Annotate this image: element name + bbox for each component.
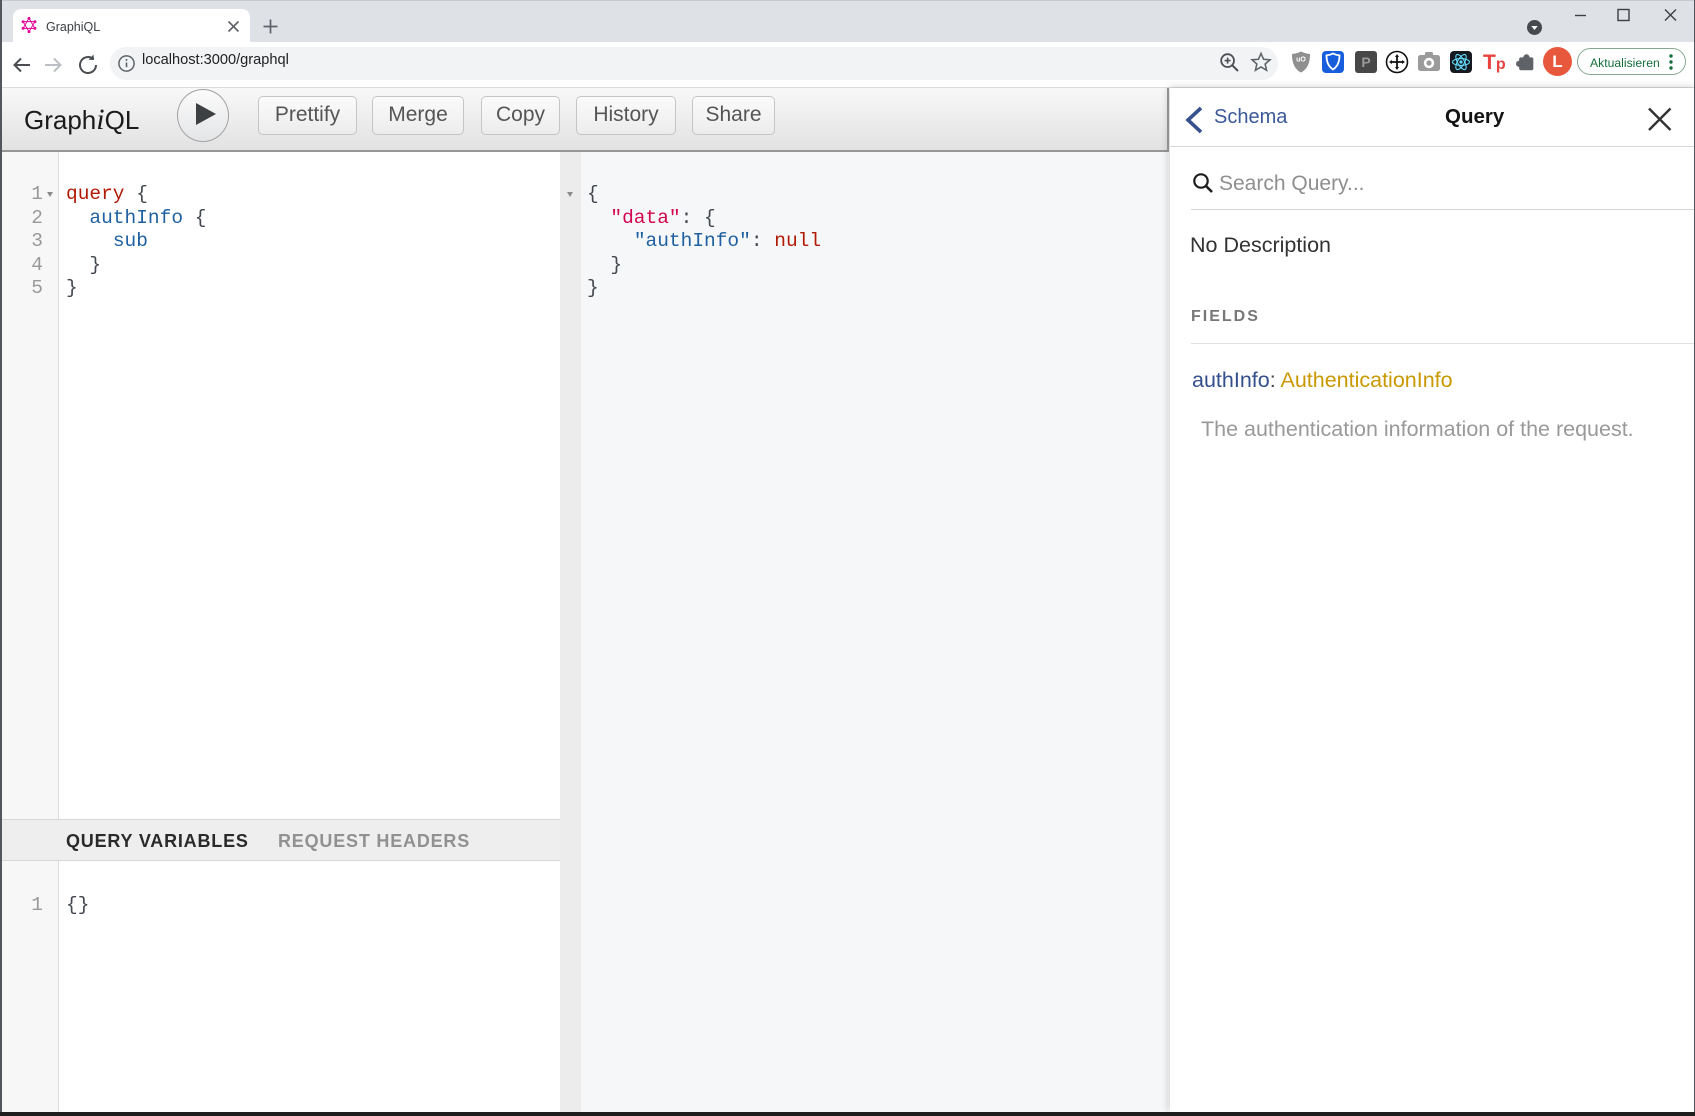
svg-text:uO: uO bbox=[1296, 57, 1306, 64]
svg-text:P: P bbox=[1361, 54, 1370, 70]
